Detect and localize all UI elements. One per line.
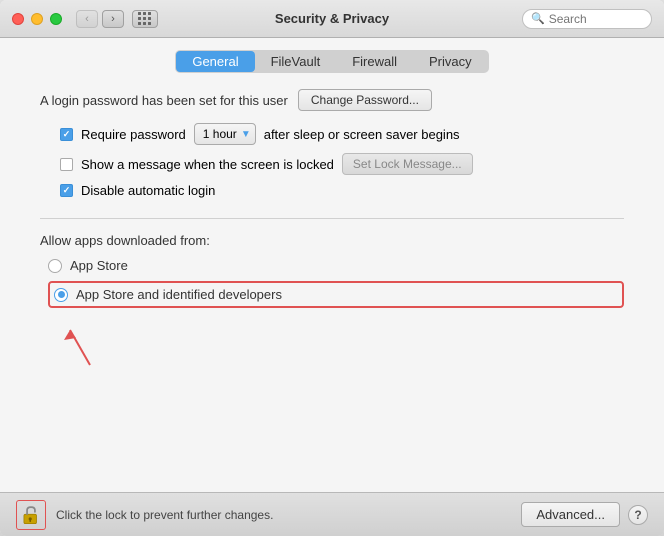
forward-button[interactable]: ›	[102, 10, 124, 28]
search-bar[interactable]: 🔍	[522, 9, 652, 29]
grid-icon	[138, 12, 152, 26]
titlebar: ‹ › Security & Privacy 🔍	[0, 0, 664, 38]
dropdown-arrow-icon: ▼	[241, 129, 251, 140]
tab-privacy[interactable]: Privacy	[413, 51, 488, 72]
tab-firewall[interactable]: Firewall	[336, 51, 413, 72]
tab-group: General FileVault Firewall Privacy	[175, 50, 488, 73]
disable-login-label: Disable automatic login	[81, 183, 215, 198]
show-message-checkbox[interactable]	[60, 158, 73, 171]
show-message-label: Show a message when the screen is locked	[81, 157, 334, 172]
tab-filevault[interactable]: FileVault	[255, 51, 337, 72]
allow-title: Allow apps downloaded from:	[40, 233, 624, 248]
radio-group: App Store App Store and identified devel…	[48, 258, 624, 308]
window: ‹ › Security & Privacy 🔍 General FileVau…	[0, 0, 664, 536]
search-icon: 🔍	[531, 12, 545, 25]
help-button[interactable]: ?	[628, 505, 648, 525]
app-store-developers-radio-row: App Store and identified developers	[48, 281, 624, 308]
content-area: A login password has been set for this u…	[0, 81, 664, 492]
set-lock-message-button[interactable]: Set Lock Message...	[342, 153, 473, 175]
annotation-container	[40, 310, 624, 370]
password-time-dropdown[interactable]: 1 hour ▼	[194, 123, 256, 145]
require-password-row: Require password 1 hour ▼ after sleep or…	[60, 123, 624, 145]
allow-section: Allow apps downloaded from: App Store Ap…	[40, 233, 624, 308]
lock-icon	[20, 504, 42, 526]
dropdown-value: 1 hour	[203, 127, 237, 141]
password-row: A login password has been set for this u…	[40, 89, 624, 111]
maximize-button[interactable]	[50, 13, 62, 25]
app-store-developers-label: App Store and identified developers	[76, 287, 282, 302]
search-input[interactable]	[549, 12, 639, 26]
lock-icon-container[interactable]	[16, 500, 46, 530]
close-button[interactable]	[12, 13, 24, 25]
tabs-bar: General FileVault Firewall Privacy	[0, 38, 664, 81]
minimize-button[interactable]	[31, 13, 43, 25]
require-password-checkbox[interactable]	[60, 128, 73, 141]
bottom-bar-text: Click the lock to prevent further change…	[56, 508, 521, 522]
nav-buttons: ‹ ›	[76, 10, 124, 28]
arrow-annotation	[40, 310, 160, 370]
bottom-bar: Click the lock to prevent further change…	[0, 492, 664, 536]
change-password-button[interactable]: Change Password...	[298, 89, 432, 111]
grid-button[interactable]	[132, 10, 158, 28]
disable-login-row: Disable automatic login	[60, 183, 624, 198]
app-store-radio[interactable]	[48, 259, 62, 273]
back-button[interactable]: ‹	[76, 10, 98, 28]
advanced-button[interactable]: Advanced...	[521, 502, 620, 527]
password-label: A login password has been set for this u…	[40, 93, 288, 108]
app-store-developers-radio[interactable]	[54, 288, 68, 302]
app-store-label: App Store	[70, 258, 128, 273]
disable-login-checkbox[interactable]	[60, 184, 73, 197]
window-title: Security & Privacy	[275, 11, 389, 26]
app-store-radio-row: App Store	[48, 258, 624, 273]
tab-general[interactable]: General	[176, 51, 254, 72]
options-section: Require password 1 hour ▼ after sleep or…	[60, 123, 624, 198]
require-password-label-before: Require password	[81, 127, 186, 142]
traffic-lights	[12, 13, 62, 25]
show-message-row: Show a message when the screen is locked…	[60, 153, 624, 175]
require-password-label-after: after sleep or screen saver begins	[264, 127, 460, 142]
section-divider	[40, 218, 624, 219]
